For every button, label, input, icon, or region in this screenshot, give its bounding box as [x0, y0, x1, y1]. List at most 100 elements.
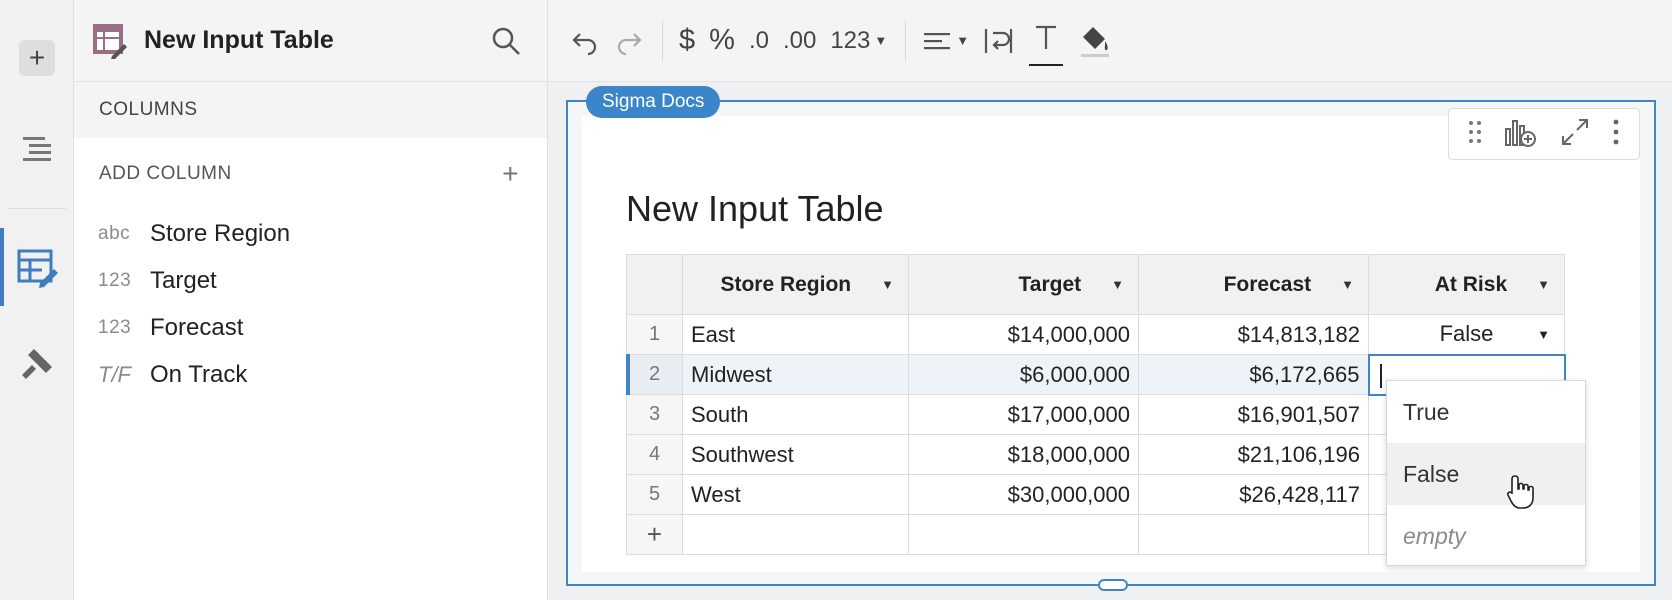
chevron-down-icon[interactable]: ▼ — [1537, 277, 1550, 292]
drag-handle-icon — [1468, 120, 1481, 143]
row-number[interactable]: 5 — [626, 474, 683, 515]
table-cell[interactable]: West — [682, 474, 909, 515]
table-cell-at-risk[interactable]: False ▼ — [1368, 314, 1565, 355]
number-format-dropdown[interactable]: 123 ▼ — [830, 16, 887, 66]
chevron-down-icon[interactable]: ▼ — [1537, 327, 1550, 342]
table-cell[interactable]: $30,000,000 — [908, 474, 1139, 515]
column-header-label: Store Region — [720, 272, 852, 296]
align-dropdown[interactable]: ▼ — [922, 16, 969, 66]
currency-format-button[interactable]: $ — [679, 16, 695, 66]
pointer-hand-icon — [1507, 475, 1534, 509]
row-number[interactable]: 3 — [626, 394, 683, 435]
add-chart-button[interactable] — [1503, 115, 1537, 154]
column-name: Target — [150, 266, 217, 294]
table-cell[interactable]: $18,000,000 — [908, 434, 1139, 475]
more-options-button[interactable] — [1612, 118, 1620, 151]
option-empty[interactable]: empty — [1387, 505, 1585, 567]
table-cell[interactable]: South — [682, 394, 909, 435]
cell-value: False — [1439, 321, 1494, 347]
increase-decimals-button[interactable]: .00 — [783, 16, 816, 66]
column-list: abc Store Region 123 Target 123 Forecast… — [74, 210, 547, 398]
outline-icon — [23, 137, 51, 161]
chevron-down-icon: ▼ — [874, 33, 888, 48]
column-header-forecast[interactable]: Forecast ▼ — [1138, 254, 1369, 315]
decrease-decimals-button[interactable]: .0 — [749, 16, 769, 66]
editor-panel: New Input Table COLUMNS ADD COLUMN + abc… — [74, 0, 548, 600]
wrap-text-button[interactable] — [983, 16, 1015, 66]
format-button[interactable] — [0, 342, 74, 386]
column-type-text: abc — [98, 222, 131, 244]
add-column-label: ADD COLUMN — [99, 163, 232, 184]
percent-format-button[interactable]: % — [709, 16, 735, 66]
column-header-at-risk[interactable]: At Risk ▼ — [1368, 254, 1565, 315]
resize-handle[interactable] — [1098, 579, 1128, 591]
column-type-number: 123 — [98, 269, 132, 291]
undo-icon — [572, 32, 597, 55]
chevron-down-icon: ▼ — [956, 33, 970, 48]
more-vertical-icon — [1613, 119, 1619, 144]
fill-color-button[interactable] — [1077, 16, 1113, 66]
column-header-store-region[interactable]: Store Region ▼ — [682, 254, 909, 315]
input-table-icon — [17, 249, 58, 288]
undo-button[interactable] — [570, 16, 600, 66]
add-element-button[interactable]: + — [0, 38, 74, 78]
add-row-button[interactable]: + — [626, 514, 683, 555]
empty-cell[interactable] — [908, 514, 1139, 555]
source-tag[interactable]: Sigma Docs — [586, 86, 721, 118]
redo-button[interactable] — [614, 16, 644, 66]
option-false[interactable]: False — [1387, 443, 1585, 505]
row-number[interactable]: 4 — [626, 434, 683, 475]
format-brush-icon — [22, 349, 52, 379]
outline-button[interactable] — [0, 128, 74, 168]
table-cell[interactable]: $26,428,117 — [1138, 474, 1369, 515]
wrap-text-icon — [985, 28, 1013, 53]
add-column-row[interactable]: ADD COLUMN + — [74, 138, 547, 210]
table-cell[interactable]: $14,000,000 — [908, 314, 1139, 355]
element-properties-button[interactable] — [0, 246, 74, 290]
row-number[interactable]: 1 — [626, 314, 683, 355]
table-cell[interactable]: $6,000,000 — [908, 354, 1139, 395]
table-cell[interactable]: East — [682, 314, 909, 355]
column-header-label: Target — [1018, 272, 1082, 296]
option-true[interactable]: True — [1387, 381, 1585, 443]
search-button[interactable] — [491, 26, 521, 61]
column-header-target[interactable]: Target ▼ — [908, 254, 1139, 315]
expand-icon — [1561, 118, 1588, 145]
format-toolbar: $ % .0 .00 123 ▼ ▼ — [548, 0, 1672, 82]
table-cell[interactable]: $14,813,182 — [1138, 314, 1369, 355]
align-left-icon — [924, 32, 951, 49]
table-header-row: Store Region ▼ Target ▼ Forecast ▼ At Risk ▼ — [626, 254, 1565, 315]
table-cell[interactable]: $6,172,665 — [1138, 354, 1369, 395]
column-item-on-track[interactable]: T/F On Track — [98, 351, 547, 398]
add-column-button[interactable]: + — [502, 158, 519, 190]
column-item-store-region[interactable]: abc Store Region — [98, 210, 547, 257]
element-title[interactable]: New Input Table — [626, 188, 884, 230]
number-format-label: 123 — [830, 26, 871, 54]
text-color-button[interactable] — [1029, 16, 1064, 66]
column-name: On Track — [150, 360, 248, 388]
workbook-canvas: Sigma Docs New Input Table Store Region … — [548, 82, 1672, 600]
table-cell[interactable]: $17,000,000 — [908, 394, 1139, 435]
text-color-icon — [1036, 25, 1057, 49]
text-cursor — [1379, 363, 1382, 388]
chevron-down-icon[interactable]: ▼ — [881, 277, 894, 292]
input-table-element[interactable]: Sigma Docs New Input Table Store Region … — [566, 86, 1656, 591]
table-cell[interactable]: $21,106,196 — [1138, 434, 1369, 475]
table-cell[interactable]: Midwest — [682, 354, 909, 395]
table-cell[interactable]: $16,901,507 — [1138, 394, 1369, 435]
expand-button[interactable] — [1559, 116, 1591, 153]
table-cell[interactable]: Southwest — [682, 434, 909, 475]
column-item-target[interactable]: 123 Target — [98, 257, 547, 304]
empty-cell[interactable] — [682, 514, 909, 555]
chevron-down-icon[interactable]: ▼ — [1341, 277, 1354, 292]
column-name: Forecast — [150, 313, 244, 341]
column-item-forecast[interactable]: 123 Forecast — [98, 304, 547, 351]
row-number[interactable]: 2 — [626, 354, 683, 396]
row-number-header — [626, 254, 683, 315]
toolbar-divider — [905, 20, 907, 61]
chevron-down-icon[interactable]: ▼ — [1111, 277, 1124, 292]
column-header-label: At Risk — [1434, 272, 1508, 296]
input-table-icon — [93, 23, 127, 59]
empty-cell[interactable] — [1138, 514, 1369, 555]
drag-handle[interactable] — [1468, 118, 1482, 151]
